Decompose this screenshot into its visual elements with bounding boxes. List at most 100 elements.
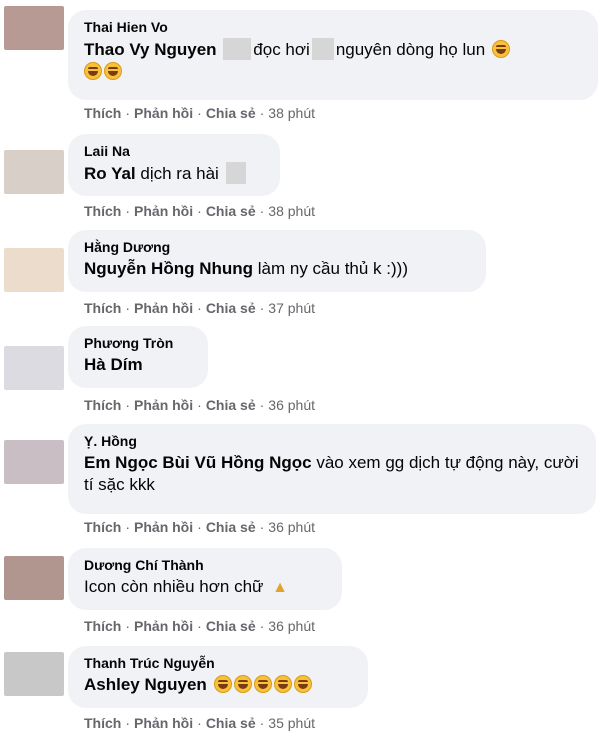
comment-body: Icon còn nhiều hơn chữ ▲ [84, 576, 328, 599]
like-button[interactable]: Thích [84, 715, 121, 731]
comment-actions: Thích · Phản hồi · Chia sẻ · 38 phút [84, 202, 315, 220]
mention-link[interactable]: Ashley Nguyen [84, 675, 207, 694]
avatar[interactable] [4, 440, 64, 484]
separator: · [125, 618, 131, 634]
comment-body: Ashley Nguyen [84, 674, 354, 696]
separator: · [197, 715, 202, 731]
comment-author[interactable]: Thanh Trúc Nguyễn [84, 654, 354, 672]
comment-text: đọc hơi [253, 40, 310, 59]
timestamp[interactable]: 36 phút [268, 618, 315, 634]
like-button[interactable]: Thích [84, 519, 121, 535]
separator: · [197, 105, 202, 121]
reply-button[interactable]: Phản hồi [134, 618, 193, 634]
comment-bubble: Ỵ. Hồng Em Ngọc Bùi Vũ Hồng Ngọc vào xem… [68, 424, 596, 514]
comment-actions: Thích · Phản hồi · Chia sẻ · 37 phút [84, 299, 315, 317]
comment-bubble: Thanh Trúc Nguyễn Ashley Nguyen [68, 646, 368, 708]
timestamp[interactable]: 35 phút [268, 715, 315, 731]
share-button[interactable]: Chia sẻ [206, 105, 256, 121]
mention-link[interactable]: Em Ngọc Bùi Vũ Hồng Ngọc [84, 453, 312, 472]
timestamp[interactable]: 36 phút [268, 519, 315, 535]
timestamp[interactable]: 36 phút [268, 397, 315, 413]
redacted-block [311, 38, 334, 60]
redacted-block [225, 162, 246, 184]
comment-body: Thao Vy Nguyen đọc hơi nguyên dòng họ lun [84, 38, 584, 83]
share-button[interactable]: Chia sẻ [206, 397, 256, 413]
separator: · [125, 300, 131, 316]
reply-button[interactable]: Phản hồi [134, 105, 193, 121]
separator: · [125, 105, 131, 121]
separator: · [197, 618, 202, 634]
reply-button[interactable]: Phản hồi [134, 300, 193, 316]
comment-bubble: Laii Na Ro Yal dịch ra hài [68, 134, 280, 196]
laughing-emoji-icon [104, 62, 122, 80]
mention-link[interactable]: Nguyễn Hồng Nhung [84, 259, 253, 278]
comment-text: dịch ra hài [140, 164, 219, 183]
avatar[interactable] [4, 652, 64, 696]
comment-body: Em Ngọc Bùi Vũ Hồng Ngọc vào xem gg dịch… [84, 452, 582, 496]
comment-text: làm ny cầu thủ k :))) [257, 259, 408, 278]
comment-actions: Thích · Phản hồi · Chia sẻ · 36 phút [84, 396, 315, 414]
separator: · [259, 618, 265, 634]
comment-bubble: Thai Hien Vo Thao Vy Nguyen đọc hơi nguyê… [68, 10, 598, 100]
like-button[interactable]: Thích [84, 618, 121, 634]
share-button[interactable]: Chia sẻ [206, 300, 256, 316]
like-button[interactable]: Thích [84, 397, 121, 413]
comment-bubble: Dương Chí Thành Icon còn nhiều hơn chữ ▲ [68, 548, 342, 610]
avatar[interactable] [4, 346, 64, 390]
separator: · [197, 397, 202, 413]
reply-button[interactable]: Phản hồi [134, 519, 193, 535]
like-button[interactable]: Thích [84, 105, 121, 121]
reply-button[interactable]: Phản hồi [134, 203, 193, 219]
laughing-emoji-icon [253, 675, 272, 693]
avatar[interactable] [4, 556, 64, 600]
comment-author[interactable]: Hằng Dương [84, 238, 472, 256]
like-button[interactable]: Thích [84, 203, 121, 219]
comment-body: Ro Yal dịch ra hài [84, 162, 266, 185]
comment-author[interactable]: Phương Tròn [84, 334, 194, 352]
reply-button[interactable]: Phản hồi [134, 715, 193, 731]
share-button[interactable]: Chia sẻ [206, 618, 256, 634]
separator: · [259, 300, 265, 316]
comment-author[interactable]: Dương Chí Thành [84, 556, 328, 574]
laughing-emoji-icon [491, 40, 510, 58]
comment-actions: Thích · Phản hồi · Chia sẻ · 36 phút [84, 617, 315, 635]
separator: · [259, 397, 265, 413]
avatar[interactable] [4, 150, 64, 194]
timestamp[interactable]: 38 phút [268, 105, 315, 121]
separator: · [125, 715, 131, 731]
laughing-emoji-icon [273, 675, 292, 693]
comment-actions: Thích · Phản hồi · Chia sẻ · 36 phút [84, 518, 315, 536]
laughing-emoji-icon [233, 675, 252, 693]
timestamp[interactable]: 37 phút [268, 300, 315, 316]
comment-bubble: Hằng Dương Nguyễn Hồng Nhung làm ny cầu … [68, 230, 486, 292]
comment-body: Nguyễn Hồng Nhung làm ny cầu thủ k :))) [84, 258, 472, 280]
comment-actions: Thích · Phản hồi · Chia sẻ · 38 phút [84, 104, 315, 122]
comment-author[interactable]: Ỵ. Hồng [84, 432, 582, 450]
comment-text: nguyên dòng họ lun [335, 40, 486, 59]
separator: · [259, 105, 265, 121]
separator: · [125, 519, 131, 535]
share-button[interactable]: Chia sẻ [206, 203, 256, 219]
timestamp[interactable]: 38 phút [268, 203, 315, 219]
avatar[interactable] [4, 248, 64, 292]
separator: · [197, 203, 202, 219]
laughing-emoji-icon [293, 675, 312, 693]
comment-actions: Thích · Phản hồi · Chia sẻ · 35 phút [84, 714, 315, 732]
laughing-emoji-icon [84, 62, 102, 80]
separator: · [259, 519, 265, 535]
mention-link[interactable]: Thao Vy Nguyen [84, 40, 217, 59]
mention-link[interactable]: Ro Yal [84, 164, 136, 183]
comment-author[interactable]: Thai Hien Vo [84, 18, 584, 36]
separator: · [259, 203, 265, 219]
avatar[interactable] [4, 6, 64, 50]
comment-author[interactable]: Laii Na [84, 142, 266, 160]
comment-bubble: Phương Tròn Hà Dím [68, 326, 208, 388]
mention-link[interactable]: Hà Dím [84, 355, 143, 374]
share-button[interactable]: Chia sẻ [206, 715, 256, 731]
share-button[interactable]: Chia sẻ [206, 519, 256, 535]
redacted-block [223, 38, 252, 60]
reply-button[interactable]: Phản hồi [134, 397, 193, 413]
like-button[interactable]: Thích [84, 300, 121, 316]
separator: · [125, 397, 131, 413]
comment-body: Hà Dím [84, 354, 194, 376]
